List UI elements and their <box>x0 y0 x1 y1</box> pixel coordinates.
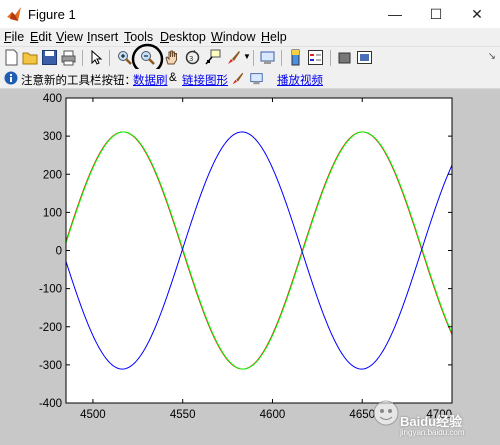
brush-icon[interactable] <box>225 49 242 66</box>
ampersand-text: & <box>169 72 177 84</box>
toolbar-separator <box>253 50 254 66</box>
brush-dropdown-icon[interactable]: ▼ <box>243 52 251 61</box>
rotate-3d-icon[interactable]: 3 <box>184 49 201 66</box>
data-brush-link[interactable]: 数据刷 <box>133 72 168 88</box>
print-icon[interactable] <box>60 49 77 66</box>
toolbar-separator <box>330 50 331 66</box>
legend-icon[interactable] <box>307 49 324 66</box>
menu-help[interactable]: Help <box>261 30 287 44</box>
menu-edit[interactable]: Edit <box>30 30 52 44</box>
info-icon <box>4 71 18 85</box>
linked-plot-link[interactable]: 链接图形 <box>182 72 228 88</box>
menu-desktop[interactable]: Desktop <box>160 30 206 44</box>
menu-window[interactable]: Window <box>211 30 255 44</box>
brush-small-icon <box>232 72 244 85</box>
ytick-label: 0 <box>56 246 62 258</box>
minimize-button[interactable]: — <box>378 0 412 28</box>
new-figure-icon[interactable] <box>3 49 20 66</box>
menu-tools[interactable]: Tools <box>124 30 153 44</box>
ytick-label: 100 <box>43 207 62 219</box>
hide-plot-tools-icon[interactable] <box>336 49 353 66</box>
plot-svg[interactable]: -400 -300 -200 -100 0 100 200 300 400 4500 4550 460… <box>0 89 500 445</box>
colorbar-icon[interactable] <box>287 49 304 66</box>
matlab-icon <box>7 7 21 21</box>
xtick-label: 4500 <box>80 409 106 421</box>
pan-hand-icon[interactable] <box>163 49 180 66</box>
toolbar-separator <box>82 50 83 66</box>
ytick-label: -100 <box>39 284 62 296</box>
info-bar: 注意新的工具栏按钮： 数据刷 & 链接图形 播放视频 <box>0 69 500 89</box>
svg-text:3: 3 <box>189 55 193 63</box>
toolbar-separator <box>109 50 110 66</box>
info-text: 注意新的工具栏按钮： <box>21 75 136 87</box>
save-icon[interactable] <box>41 49 58 66</box>
maximize-button[interactable]: ☐ <box>419 0 453 28</box>
data-cursor-icon[interactable] <box>204 49 221 66</box>
menu-insert[interactable]: Insert <box>87 30 118 44</box>
open-file-icon[interactable] <box>22 49 39 66</box>
ytick-label: -200 <box>39 322 62 334</box>
xtick-label: 4600 <box>260 409 286 421</box>
close-button[interactable]: ✕ <box>460 0 494 28</box>
link-small-icon <box>250 73 263 85</box>
ytick-label: -400 <box>39 398 62 410</box>
xtick-label: 4550 <box>170 409 196 421</box>
toolbar-dock-arrow-icon[interactable]: ↘ <box>488 51 496 62</box>
show-plot-tools-icon[interactable] <box>356 49 373 66</box>
ytick-label: 200 <box>43 169 62 181</box>
ytick-label: -300 <box>39 360 62 372</box>
window-title: Figure 1 <box>28 7 76 22</box>
link-plot-icon[interactable] <box>259 49 276 66</box>
title-bar: Figure 1 — ☐ ✕ <box>0 0 500 29</box>
menu-view[interactable]: View <box>56 30 83 44</box>
ytick-label: 400 <box>43 93 62 105</box>
menu-bar: File Edit View Insert Tools Desktop Wind… <box>0 28 500 46</box>
menu-file[interactable]: File <box>4 30 24 44</box>
play-video-link[interactable]: 播放视频 <box>277 72 323 88</box>
watermark-subtext: jingyan.baidu.com <box>400 428 465 437</box>
pointer-icon[interactable] <box>88 49 105 66</box>
ytick-label: 300 <box>43 131 62 143</box>
toolbar-separator <box>281 50 282 66</box>
figure-toolbar: 3 ▼ ↘ <box>0 43 500 75</box>
